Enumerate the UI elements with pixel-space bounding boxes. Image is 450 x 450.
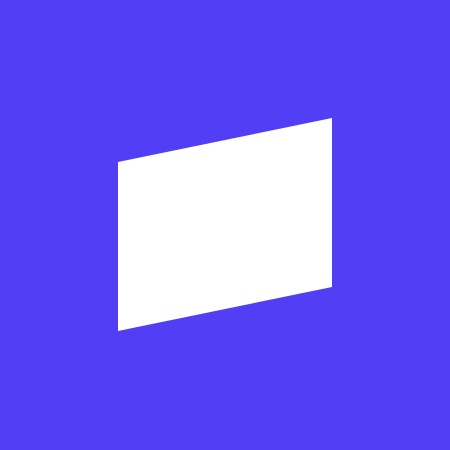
logo-tile [0,0,450,450]
parallelogram-logo-icon [0,0,450,450]
